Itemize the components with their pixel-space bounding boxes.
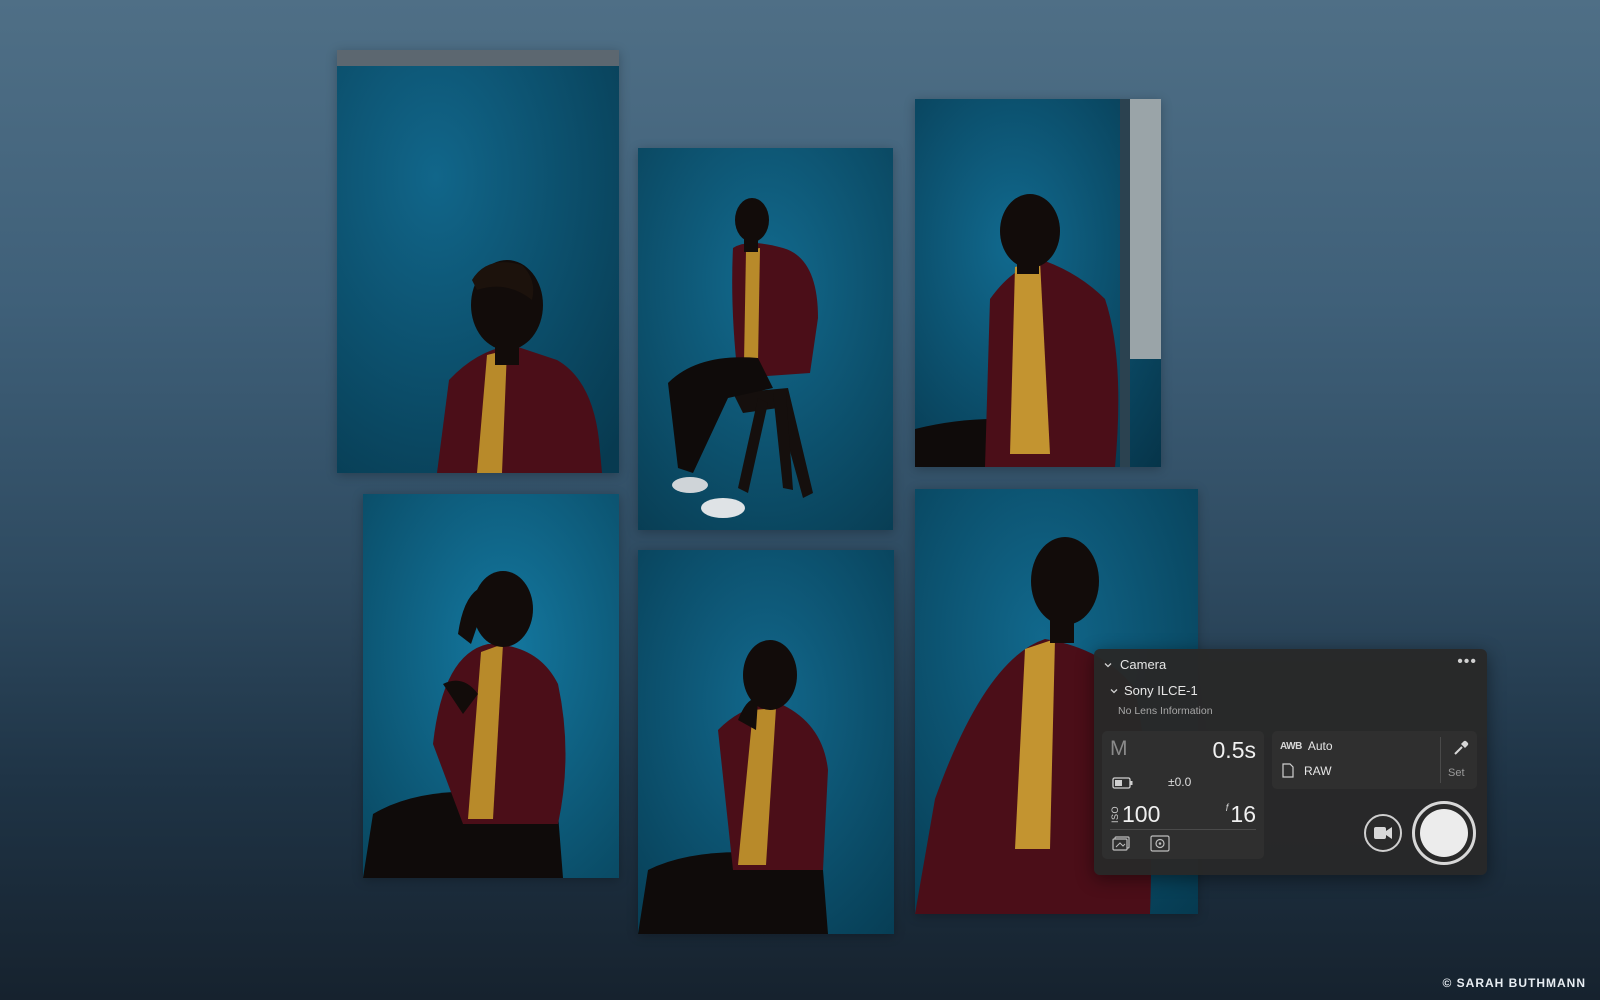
file-icon [1282,763,1294,778]
more-horizontal-icon[interactable]: ••• [1457,653,1477,671]
exposure-mode[interactable]: M [1110,737,1128,761]
portrait-image [337,50,619,473]
chevron-down-icon [1108,685,1120,697]
portrait-image [363,494,619,878]
photo-3[interactable] [915,99,1161,467]
record-video-button[interactable] [1364,814,1402,852]
camera-section-header[interactable]: Camera [1102,657,1166,672]
shutter-button-inner [1420,809,1468,857]
file-format-row[interactable]: RAW [1282,763,1332,778]
shutter-speed[interactable]: 0.5s [1213,737,1256,764]
shutter-capture-button[interactable] [1412,801,1476,865]
iso-setting[interactable]: ISO 100 [1110,801,1160,828]
chevron-down-icon [1102,659,1114,671]
set-white-balance-button[interactable]: Set [1448,767,1465,779]
exposure-settings: M 0.5s ±0.0 ISO 100 f 16 [1102,731,1264,859]
photo-2[interactable] [638,148,893,530]
camera-device-row[interactable]: Sony ILCE-1 [1108,683,1198,698]
iso-label: ISO [1110,805,1120,823]
divider [1440,737,1441,783]
drive-mode-icon[interactable] [1112,835,1132,852]
portrait-image [638,550,894,934]
camera-section-title: Camera [1120,657,1167,672]
photo-1[interactable] [337,50,619,473]
aperture-value: 16 [1230,801,1256,827]
photo-credit: © SARAH BUTHMANN [1442,976,1586,990]
white-balance-row[interactable]: AWB Auto [1280,739,1333,753]
file-format-value: RAW [1304,763,1332,778]
awb-icon: AWB [1280,740,1302,752]
aperture-label: f [1225,803,1229,814]
exposure-compensation[interactable]: ±0.0 [1168,775,1191,789]
divider [1110,829,1256,830]
white-balance-settings: AWB Auto RAW Set [1272,731,1477,789]
white-balance-value: Auto [1307,739,1333,753]
battery-icon [1112,777,1133,789]
eyedropper-icon[interactable] [1452,739,1470,757]
aperture-setting[interactable]: f 16 [1226,801,1256,828]
photo-4[interactable] [363,494,619,878]
camera-panel: Camera ••• Sony ILCE-1 No Lens Informati… [1094,649,1487,875]
iso-value: 100 [1122,801,1161,827]
camera-device-name: Sony ILCE-1 [1124,683,1198,698]
portrait-image [638,148,893,530]
portrait-image [915,99,1161,467]
metering-mode-icon[interactable] [1150,835,1170,852]
photo-5[interactable] [638,550,894,934]
video-camera-icon [1374,827,1392,839]
lens-info: No Lens Information [1118,705,1213,717]
